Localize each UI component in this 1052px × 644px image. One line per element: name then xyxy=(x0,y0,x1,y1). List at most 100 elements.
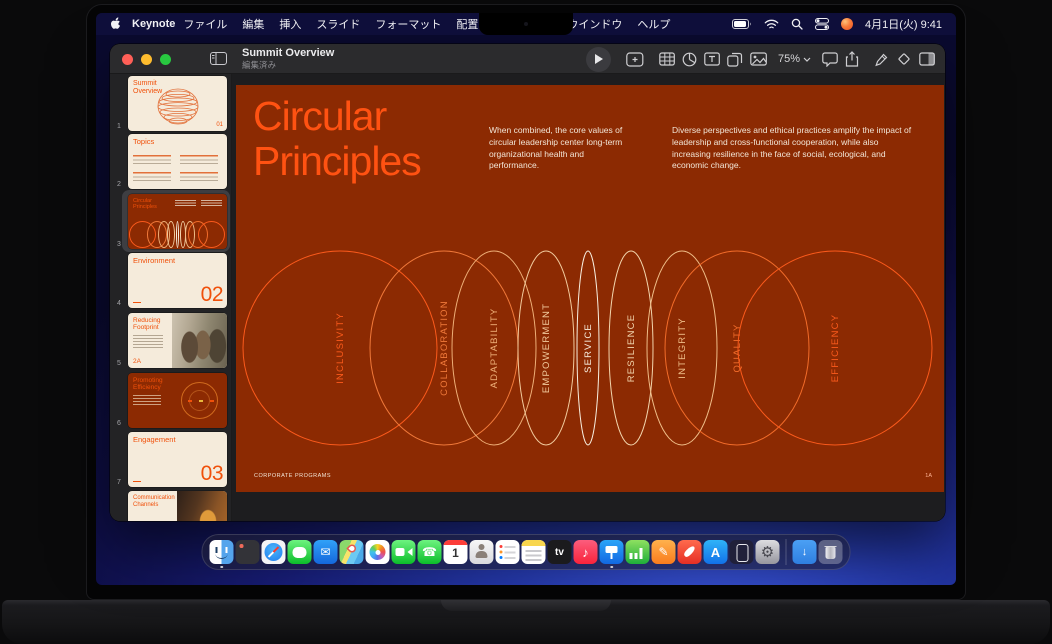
trash-dock-icon[interactable] xyxy=(819,536,843,568)
slide-number-1: 1 xyxy=(117,123,121,130)
minimize-button[interactable] xyxy=(141,54,152,65)
thumb-ring xyxy=(176,221,179,248)
window-titlebar: Summit Overview 編集済み xyxy=(110,44,945,74)
play-button[interactable] xyxy=(586,47,611,72)
menu-ファイル[interactable]: ファイル xyxy=(183,16,227,32)
thumb-art-2: Topics xyxy=(128,134,227,189)
comment-button[interactable] xyxy=(822,52,838,67)
thumb-mark xyxy=(133,481,141,483)
thumb-title-8: Communication Channels xyxy=(133,495,175,508)
maps-dock-icon[interactable] xyxy=(340,536,364,568)
music-icon: ♪ xyxy=(574,540,598,564)
search-icon[interactable] xyxy=(791,18,803,30)
keynote-dock-icon[interactable] xyxy=(600,536,624,568)
document-title: Summit Overview xyxy=(242,47,334,59)
phone-dock-icon[interactable]: ☎ xyxy=(418,536,442,568)
thumb-photo xyxy=(172,313,227,368)
safari-icon xyxy=(262,540,286,564)
text-button[interactable] xyxy=(704,52,720,66)
slide-thumbnail-8[interactable]: 8 Communication Channels xyxy=(128,491,227,521)
current-slide[interactable]: Circular Principles When combined, the c… xyxy=(236,85,944,492)
animate-button[interactable] xyxy=(896,51,912,67)
slide-thumbnail-4[interactable]: 4 Environment 02 xyxy=(128,253,227,308)
slide-thumbnail-5[interactable]: 5 Reducing Footprint 2A xyxy=(128,313,227,368)
thumb-page-label-5: 2A xyxy=(133,358,141,365)
share-button[interactable] xyxy=(845,51,859,67)
control-center-icon[interactable] xyxy=(815,18,829,30)
calendar-icon xyxy=(444,540,468,564)
menubar-app-name[interactable]: Keynote xyxy=(132,18,175,30)
tv-dock-icon[interactable]: tv xyxy=(548,536,572,568)
slide-thumbnail-2[interactable]: 2 Topics xyxy=(128,134,227,189)
music-dock-icon[interactable]: ♪ xyxy=(574,536,598,568)
messages-dock-icon[interactable] xyxy=(288,536,312,568)
wifi-icon[interactable] xyxy=(764,19,779,30)
slide-paragraph-1[interactable]: When combined, the core values of circul… xyxy=(489,125,632,172)
macbook-photo: Keynote ファイル編集挿入スライドフォーマット配置表示再生ウインドウヘルプ xyxy=(0,0,1052,644)
facetime-dock-icon[interactable] xyxy=(392,536,416,568)
contacts-dock-icon[interactable] xyxy=(470,536,494,568)
thumb-text-block xyxy=(180,172,218,185)
document-button[interactable] xyxy=(919,52,935,66)
fullscreen-button[interactable] xyxy=(160,54,171,65)
sidebar-toggle-button[interactable] xyxy=(210,52,227,65)
orange-status-icon[interactable] xyxy=(841,18,853,30)
settings-dock-icon[interactable]: ⚙ xyxy=(756,536,780,568)
shape-button[interactable] xyxy=(727,52,743,67)
finder-dock-icon[interactable] xyxy=(210,536,234,568)
rocket-icon xyxy=(678,540,702,564)
add-slide-button[interactable] xyxy=(626,52,644,67)
ring-label-service: SERVICE xyxy=(583,323,594,373)
slide-thumbnail-7[interactable]: 7 Engagement 03 xyxy=(128,432,227,487)
editor-canvas: Circular Principles When combined, the c… xyxy=(232,74,945,521)
thumb-art-5: Reducing Footprint 2A xyxy=(128,313,227,368)
slide-thumbnail-6[interactable]: 6 Promoting Efficiency xyxy=(128,373,227,428)
launchpad-dock-icon[interactable] xyxy=(236,536,260,568)
rocket-dock-icon[interactable] xyxy=(678,536,702,568)
slide-number-2: 2 xyxy=(117,181,121,188)
slide-number-4: 4 xyxy=(117,300,121,307)
apple-menu[interactable] xyxy=(110,17,122,31)
pages-dock-icon[interactable]: ✎ xyxy=(652,536,676,568)
menu-items: ファイル編集挿入スライドフォーマット配置表示再生ウインドウヘルプ xyxy=(183,16,670,32)
table-button[interactable] xyxy=(659,52,675,66)
thumb-text-block xyxy=(133,155,171,168)
app-store-dock-icon[interactable]: A xyxy=(704,536,728,568)
iphone-mirroring-dock-icon[interactable] xyxy=(730,536,754,568)
reminders-icon xyxy=(496,540,520,564)
chart-button[interactable] xyxy=(682,52,697,67)
mail-dock-icon[interactable]: ✉ xyxy=(314,536,338,568)
mail-icon: ✉ xyxy=(314,540,338,564)
safari-dock-icon[interactable] xyxy=(262,536,286,568)
format-button[interactable] xyxy=(874,52,889,67)
slide-thumbnail-3-selected[interactable]: 3 Circular Principles xyxy=(128,194,227,249)
reminders-dock-icon[interactable] xyxy=(496,536,520,568)
battery-icon[interactable] xyxy=(732,19,752,29)
menu-編集[interactable]: 編集 xyxy=(242,16,264,32)
downloads-icon: ↓ xyxy=(793,540,817,564)
menubar-clock[interactable]: 4月1日(火) 9:41 xyxy=(865,16,942,32)
slide-paragraph-2[interactable]: Diverse perspectives and ethical practic… xyxy=(672,125,919,172)
chevron-down-icon xyxy=(803,57,811,62)
traffic-lights xyxy=(122,54,171,65)
thumb-title-5: Reducing Footprint xyxy=(133,317,160,331)
notes-dock-icon[interactable] xyxy=(522,536,546,568)
close-button[interactable] xyxy=(122,54,133,65)
menu-ウインドウ[interactable]: ウインドウ xyxy=(567,16,622,32)
photos-dock-icon[interactable] xyxy=(366,536,390,568)
calendar-dock-icon[interactable] xyxy=(444,536,468,568)
downloads-dock-icon[interactable]: ↓ xyxy=(793,536,817,568)
menu-スライド[interactable]: スライド xyxy=(316,16,360,32)
menu-配置[interactable]: 配置 xyxy=(456,16,478,32)
zoom-select[interactable]: 75% xyxy=(778,53,811,65)
menu-ヘルプ[interactable]: ヘルプ xyxy=(637,16,670,32)
thumb-art-3: Circular Principles xyxy=(128,194,227,249)
slide-thumbnail-1[interactable]: 1 Summit Overview xyxy=(128,76,227,131)
menu-挿入[interactable]: 挿入 xyxy=(279,16,301,32)
ring-label-integrity: INTEGRITY xyxy=(677,317,688,378)
thumb-big-number-7: 03 xyxy=(201,462,223,486)
numbers-dock-icon[interactable] xyxy=(626,536,650,568)
menu-フォーマット[interactable]: フォーマット xyxy=(375,16,441,32)
media-button[interactable] xyxy=(750,52,767,66)
slide-title[interactable]: Circular Principles xyxy=(253,94,421,184)
